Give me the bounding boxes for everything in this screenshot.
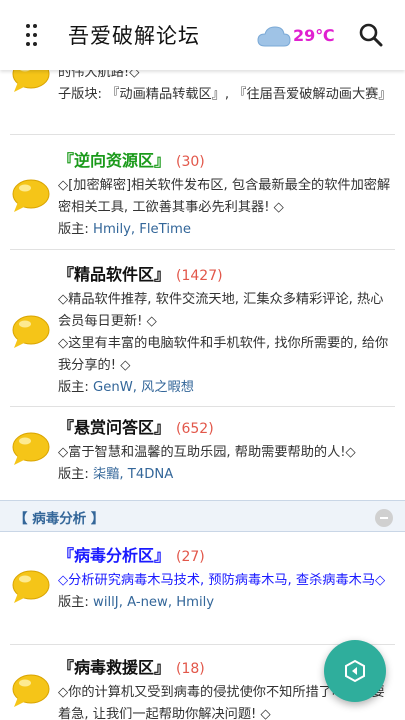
more-vertical-icon[interactable] xyxy=(24,22,44,48)
forum-item[interactable]: 『逆向资源区』 (30) ◇[加密解密]相关软件发布区, 包含最新最全的软件加密解… xyxy=(0,138,405,250)
forum-title[interactable]: 『精品软件区』 (1427) xyxy=(58,264,393,287)
forum-item-partial[interactable]: 的伟大航路!◇ 子版块: 『动画精品转载区』, 『往届吾爱破解动画大赛』 xyxy=(0,70,405,135)
back-fab-button[interactable] xyxy=(324,640,386,702)
speech-bubble-icon xyxy=(12,70,50,92)
forum-title-text[interactable]: 『病毒救援区』 xyxy=(58,658,170,677)
moderators-label: 版主: xyxy=(58,595,89,610)
forum-thread-count: (652) xyxy=(176,421,214,437)
forum-title-text[interactable]: 『病毒分析区』 xyxy=(58,546,170,565)
forum-moderators: 版主: 柒黯, T4DNA xyxy=(58,464,393,486)
site-title: 吾爱破解论坛 xyxy=(68,24,200,48)
speech-bubble-icon xyxy=(12,570,50,603)
collapse-icon[interactable] xyxy=(375,509,393,527)
forum-moderators: 版主: GenW, 风之暇想 xyxy=(58,377,393,399)
subforum-list[interactable]: 子版块: 『动画精品转载区』, 『往届吾爱破解动画大赛』 xyxy=(58,84,393,106)
forum-moderators: 版主: Hmily, FleTime xyxy=(58,219,393,241)
forum-thread-count: (1427) xyxy=(176,268,223,284)
forum-description-2: ◇这里有丰富的电脑软件和手机软件, 找你所需要的, 给你我分享的! ◇ xyxy=(58,336,389,373)
weather-widget[interactable]: 29℃ xyxy=(257,22,349,50)
forum-thread-count: (18) xyxy=(176,661,205,677)
moderator-links[interactable]: Hmily, FleTime xyxy=(93,222,191,237)
forum-title[interactable]: 『逆向资源区』 (30) xyxy=(58,150,393,173)
temperature: 29℃ xyxy=(293,26,335,45)
moderator-links[interactable]: GenW, 风之暇想 xyxy=(93,380,194,395)
speech-bubble-icon xyxy=(12,315,50,348)
forum-item[interactable]: 『病毒分析区』 (27) ◇分析研究病毒木马技术, 预防病毒木马, 查杀病毒木马◇… xyxy=(0,533,405,645)
forum-description: ◇[加密解密]相关软件发布区, 包含最新最全的软件加密解密相关工具, 工欲善其事… xyxy=(58,178,391,215)
back-arrow-icon xyxy=(345,659,365,683)
speech-bubble-icon xyxy=(12,179,50,212)
section-header[interactable]: 【 病毒分析 】 xyxy=(0,500,405,532)
section-title: 【 病毒分析 】 xyxy=(14,511,105,527)
forum-thread-count: (30) xyxy=(176,154,205,170)
forum-item[interactable]: 『悬赏问答区』 (652) ◇富于智慧和温馨的互助乐园, 帮助需要帮助的人!◇ 版… xyxy=(0,407,405,497)
forum-thread-count: (27) xyxy=(176,549,205,565)
divider xyxy=(10,134,395,135)
moderators-label: 版主: xyxy=(58,380,89,395)
forum-description: ◇分析研究病毒木马技术, 预防病毒木马, 查杀病毒木马◇ xyxy=(58,573,386,588)
moderators-label: 版主: xyxy=(58,467,89,482)
forum-description: ◇富于智慧和温馨的互助乐园, 帮助需要帮助的人!◇ xyxy=(58,445,356,460)
forum-title-text[interactable]: 『悬赏问答区』 xyxy=(58,418,170,437)
forum-list[interactable]: 的伟大航路!◇ 子版块: 『动画精品转载区』, 『往届吾爱破解动画大赛』 『逆向… xyxy=(0,70,405,720)
moderator-links[interactable]: willJ, A-new, Hmily xyxy=(93,595,214,610)
speech-bubble-icon xyxy=(12,432,50,465)
moderator-links[interactable]: 柒黯, T4DNA xyxy=(93,467,173,482)
forum-moderators: 版主: willJ, A-new, Hmily xyxy=(58,592,393,614)
cloud-icon xyxy=(257,26,291,47)
forum-description: ◇精品软件推荐, 软件交流天地, 汇集众多精彩评论, 热心会员每日更新! ◇ xyxy=(58,292,384,329)
search-icon[interactable] xyxy=(358,22,384,48)
forum-title[interactable]: 『病毒分析区』 (27) xyxy=(58,545,393,568)
forum-title-text[interactable]: 『精品软件区』 xyxy=(58,265,170,284)
speech-bubble-icon xyxy=(12,674,50,707)
moderators-label: 版主: xyxy=(58,222,89,237)
forum-title[interactable]: 『悬赏问答区』 (652) xyxy=(58,417,393,440)
top-app-bar: 吾爱破解论坛 29℃ xyxy=(0,0,405,70)
forum-item[interactable]: 『精品软件区』 (1427) ◇精品软件推荐, 软件交流天地, 汇集众多精彩评论,… xyxy=(0,250,405,407)
forum-title-text[interactable]: 『逆向资源区』 xyxy=(58,151,170,170)
forum-description: 的伟大航路!◇ xyxy=(58,70,140,80)
